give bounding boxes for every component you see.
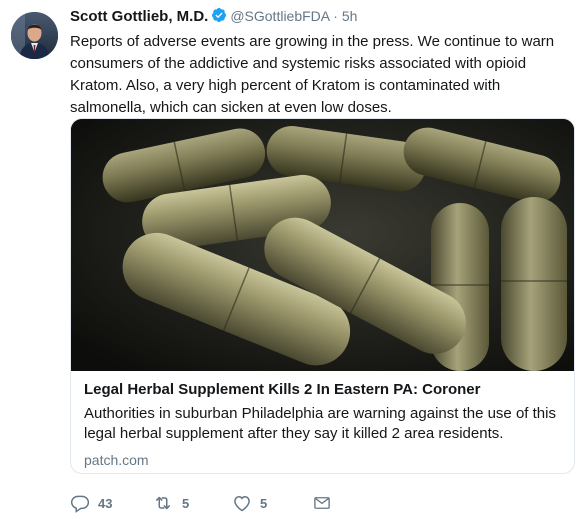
- tweet-header: Scott Gottlieb, M.D. @SGottliebFDA · 5h: [70, 6, 578, 29]
- direct-message-icon: [313, 493, 331, 513]
- verified-badge-icon: [211, 7, 227, 29]
- card-body: Legal Herbal Supplement Kills 2 In Easte…: [71, 371, 574, 468]
- card-description: Authorities in suburban Philadelphia are…: [84, 405, 556, 442]
- tweet-timestamp[interactable]: 5h: [342, 8, 358, 24]
- card-image: [71, 119, 574, 371]
- card-title[interactable]: Legal Herbal Supplement Kills 2 In Easte…: [84, 380, 561, 400]
- retweet-icon: [152, 493, 174, 513]
- header-separator: ·: [329, 8, 341, 24]
- direct-message-button[interactable]: [313, 492, 331, 514]
- reply-button[interactable]: 43: [70, 492, 112, 514]
- separator-dot: ·: [333, 8, 338, 24]
- tweet-actions: 43 5 5: [70, 492, 580, 516]
- card-domain: patch.com: [84, 452, 149, 468]
- like-count: 5: [260, 495, 268, 511]
- tweet-text: Reports of adverse events are growing in…: [70, 33, 555, 116]
- retweet-count: 5: [182, 495, 190, 511]
- tweet: Scott Gottlieb, M.D. @SGottliebFDA · 5h R…: [0, 0, 586, 521]
- author-handle[interactable]: @SGottliebFDA: [230, 8, 329, 24]
- author-name[interactable]: Scott Gottlieb, M.D.: [70, 8, 208, 25]
- like-button[interactable]: 5: [232, 492, 267, 514]
- avatar[interactable]: [11, 12, 58, 59]
- retweet-button[interactable]: 5: [152, 492, 189, 514]
- like-icon: [232, 493, 252, 513]
- reply-count: 43: [98, 495, 113, 511]
- tweet-content: Scott Gottlieb, M.D. @SGottliebFDA · 5h R…: [70, 6, 578, 119]
- reply-icon: [70, 493, 90, 513]
- link-card[interactable]: Legal Herbal Supplement Kills 2 In Easte…: [70, 118, 575, 474]
